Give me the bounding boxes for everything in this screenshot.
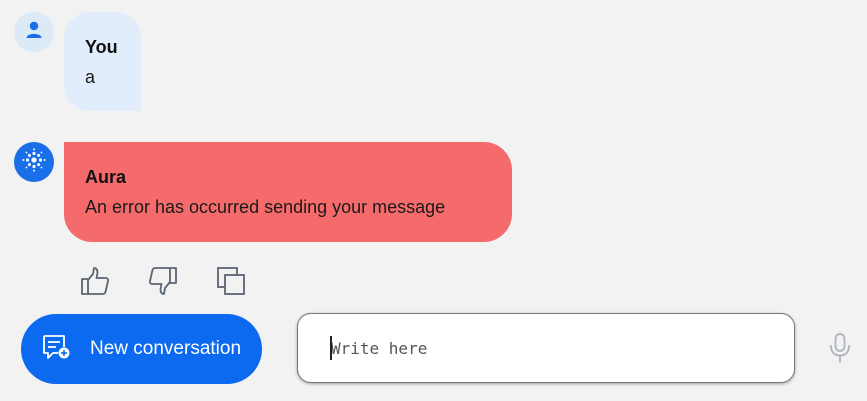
aura-logo-icon — [21, 147, 47, 178]
message-actions — [78, 266, 248, 300]
user-avatar — [14, 12, 54, 52]
message-text: An error has occurred sending your messa… — [85, 197, 446, 217]
message-author: Aura — [85, 167, 127, 187]
microphone-icon — [828, 332, 852, 369]
user-icon — [24, 20, 44, 45]
microphone-button[interactable] — [826, 332, 854, 369]
thumbs-down-button[interactable] — [146, 266, 180, 300]
new-conversation-button[interactable]: New conversation — [21, 314, 262, 384]
message-input[interactable] — [331, 336, 771, 360]
message-author: You — [85, 37, 118, 57]
chat-add-icon — [41, 333, 71, 366]
aura-avatar — [14, 142, 54, 182]
copy-icon — [215, 265, 247, 302]
text-caret — [330, 336, 332, 360]
thumbs-up-icon — [79, 265, 111, 302]
thumbs-up-button[interactable] — [78, 266, 112, 300]
aura-error-message-bubble: Aura An error has occurred sending your … — [64, 142, 512, 242]
user-message-bubble: You a — [64, 12, 141, 111]
copy-button[interactable] — [214, 266, 248, 300]
new-conversation-label: New conversation — [90, 338, 242, 359]
message-input-container[interactable] — [297, 313, 795, 383]
message-text: a — [85, 67, 96, 87]
thumbs-down-icon — [147, 265, 179, 302]
